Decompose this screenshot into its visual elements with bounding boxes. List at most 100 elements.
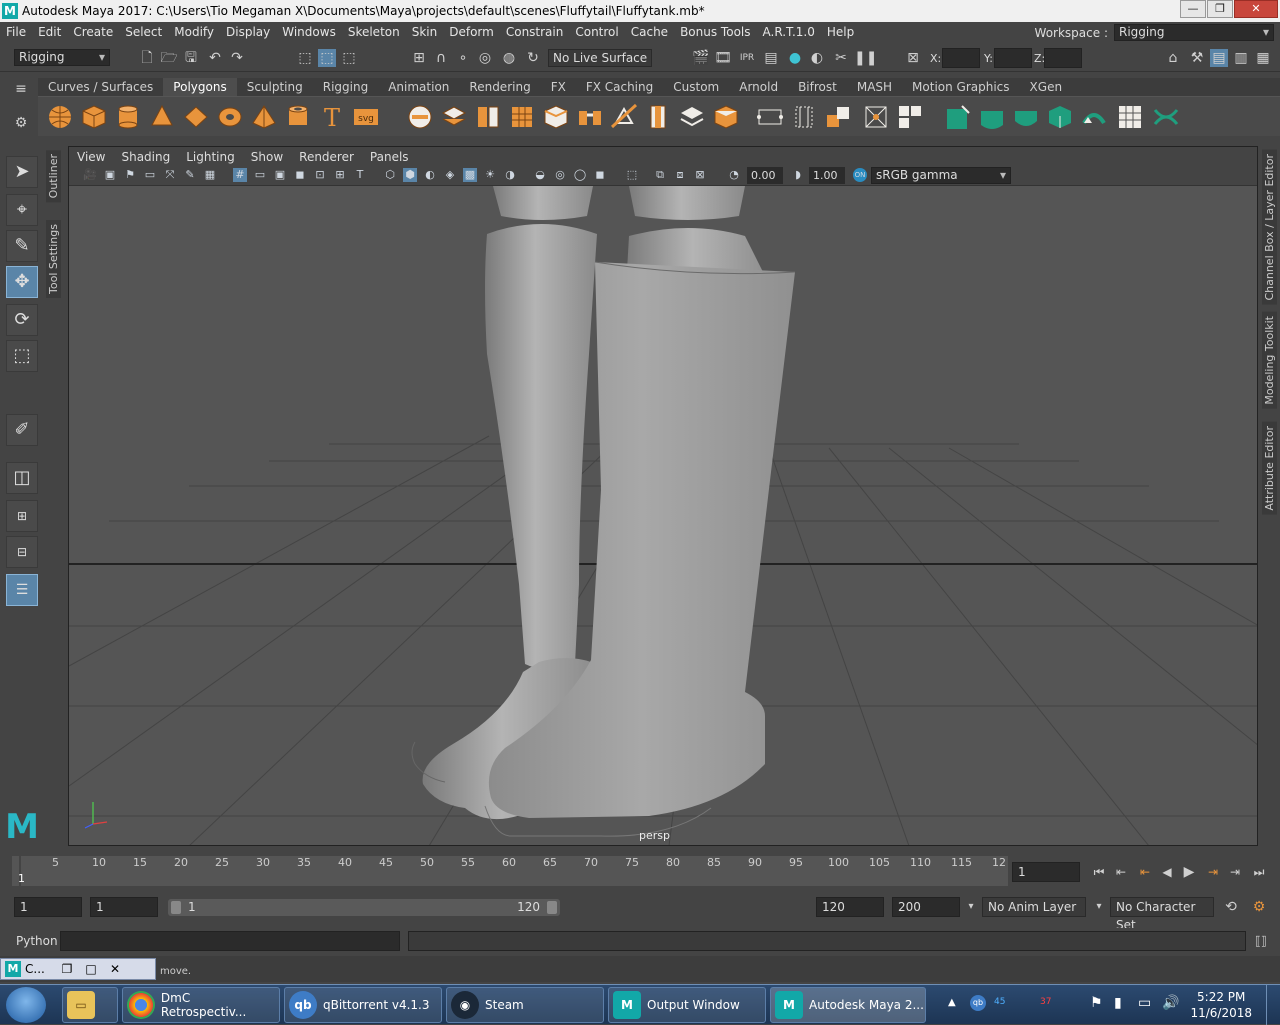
- render-settings-icon[interactable]: ▤: [762, 49, 780, 67]
- render-view-icon[interactable]: 🎬: [692, 49, 710, 67]
- tab-polygons[interactable]: Polygons: [163, 78, 237, 96]
- current-frame-field[interactable]: 1: [1012, 862, 1080, 882]
- character-legs-model[interactable]: [411, 186, 796, 837]
- playback-end-field[interactable]: 120: [816, 897, 884, 917]
- animation-end-field[interactable]: 200: [892, 897, 960, 917]
- safe-action-icon[interactable]: ⊞: [333, 168, 347, 182]
- gamma-icon[interactable]: ◗: [791, 168, 805, 182]
- shelf-settings-icon[interactable]: ⚙: [12, 114, 30, 132]
- close-button[interactable]: ✕: [1234, 0, 1278, 18]
- ipr-render-icon[interactable]: IPR: [738, 49, 756, 67]
- tray-qbittorrent-icon[interactable]: qb: [970, 995, 986, 1011]
- plane-icon[interactable]: [182, 103, 210, 131]
- undo-icon[interactable]: ↶: [206, 49, 224, 67]
- anti-aliasing-icon[interactable]: ◯: [573, 168, 587, 182]
- 2d-pan-zoom-icon[interactable]: ⤧: [163, 168, 177, 182]
- type-icon[interactable]: T: [318, 103, 346, 131]
- character-set-field[interactable]: No Character Set: [1110, 897, 1214, 932]
- new-scene-icon[interactable]: 🗋: [138, 49, 156, 67]
- smooth-shade-icon[interactable]: ⬢: [403, 168, 417, 182]
- construction-history-icon[interactable]: ↻: [524, 49, 542, 67]
- command-language-label[interactable]: Python: [16, 934, 58, 948]
- open-scene-icon[interactable]: 🗁: [160, 49, 178, 67]
- scene-3d-view[interactable]: [69, 186, 1258, 846]
- live-surface-field[interactable]: No Live Surface: [548, 49, 652, 67]
- view-transform-dropdown[interactable]: sRGB gamma: [871, 167, 1011, 184]
- symmetry-icon[interactable]: [978, 103, 1006, 131]
- stop-render-icon[interactable]: ✂: [832, 49, 850, 67]
- tab-motion-graphics[interactable]: Motion Graphics: [902, 78, 1020, 96]
- time-slider[interactable]: 1 5 10 15 20 25 30 35 40 45 50 55 60 65 …: [0, 852, 1280, 890]
- last-tool-icon[interactable]: ✐: [6, 414, 38, 446]
- sphere-icon[interactable]: [46, 103, 74, 131]
- battery-icon[interactable]: ▮: [1114, 995, 1122, 1011]
- motion-blur-icon[interactable]: ◎: [553, 168, 567, 182]
- menu-cache[interactable]: Cache: [625, 25, 674, 39]
- move-tool-icon[interactable]: ✥: [6, 266, 38, 298]
- channel-box-toggle-icon[interactable]: ▦: [1254, 49, 1272, 67]
- menu-art[interactable]: A.R.T.1.0: [757, 25, 821, 39]
- shelf-menu-icon[interactable]: ≡: [12, 80, 30, 98]
- step-back-key-icon[interactable]: ⇤: [1136, 863, 1154, 881]
- channel-box-tab[interactable]: Channel Box / Layer Editor: [1262, 150, 1277, 305]
- image-plane-icon[interactable]: ▭: [143, 168, 157, 182]
- restore-button[interactable]: ❐: [1207, 0, 1233, 18]
- tray-expand-icon[interactable]: ▲: [948, 997, 956, 1008]
- tab-rigging[interactable]: Rigging: [313, 78, 378, 96]
- combine-icon[interactable]: [406, 103, 434, 131]
- menu-deform[interactable]: Deform: [443, 25, 500, 39]
- anim-layer-field[interactable]: No Anim Layer: [982, 897, 1086, 917]
- tool-settings-tab[interactable]: Tool Settings: [46, 220, 61, 298]
- play-forward-icon[interactable]: ▶: [1180, 863, 1198, 881]
- select-component-icon[interactable]: ⬚: [340, 49, 358, 67]
- screen-space-ao-icon[interactable]: ◒: [533, 168, 547, 182]
- panel-menu-show[interactable]: Show: [243, 150, 291, 164]
- outliner-tab[interactable]: Outliner: [46, 150, 61, 203]
- snap-surface-icon[interactable]: ◍: [500, 49, 518, 67]
- menu-help[interactable]: Help: [821, 25, 860, 39]
- tab-fx[interactable]: FX: [541, 78, 576, 96]
- range-slider[interactable]: 1 120: [168, 899, 560, 916]
- range-start-handle[interactable]: [171, 901, 181, 914]
- play-backward-icon[interactable]: ◀: [1158, 863, 1176, 881]
- snap-curve-icon[interactable]: ∩: [432, 49, 450, 67]
- pipe-icon[interactable]: [284, 103, 312, 131]
- taskbar-steam[interactable]: ◉ Steam: [446, 987, 604, 1023]
- x-input[interactable]: [942, 48, 980, 68]
- attribute-editor-tab[interactable]: Attribute Editor: [1262, 422, 1277, 515]
- quad-draw-icon[interactable]: [1080, 103, 1108, 131]
- bookmark-icon[interactable]: ⚑: [123, 168, 137, 182]
- target-weld-icon[interactable]: [790, 103, 818, 131]
- menu-set-dropdown[interactable]: Rigging: [14, 49, 110, 66]
- persp-outliner-layout-icon[interactable]: ⊟: [6, 536, 38, 568]
- tab-animation[interactable]: Animation: [378, 78, 459, 96]
- exposure-field[interactable]: 0.00: [747, 167, 783, 184]
- wrap-icon[interactable]: [944, 103, 972, 131]
- bind-icon[interactable]: [1116, 103, 1144, 131]
- volume-icon[interactable]: 🔊: [1162, 995, 1179, 1011]
- show-desktop-button[interactable]: [1266, 985, 1280, 1025]
- select-camera-icon[interactable]: 🎥: [83, 168, 97, 182]
- range-end-handle[interactable]: [547, 901, 557, 914]
- default-material-icon[interactable]: ◐: [423, 168, 437, 182]
- tab-sculpting[interactable]: Sculpting: [237, 78, 313, 96]
- z-input[interactable]: [1044, 48, 1082, 68]
- textured-icon[interactable]: ▩: [463, 168, 477, 182]
- lasso-tool-icon[interactable]: ⌖: [6, 194, 38, 226]
- go-to-end-icon[interactable]: ⏭: [1250, 863, 1268, 881]
- tab-custom[interactable]: Custom: [663, 78, 729, 96]
- retopo-icon[interactable]: [1046, 103, 1074, 131]
- wireframe-on-shaded-icon[interactable]: ◈: [443, 168, 457, 182]
- cone-icon[interactable]: [148, 103, 176, 131]
- redo-icon[interactable]: ↷: [228, 49, 246, 67]
- taskbar-output-window[interactable]: M Output Window: [608, 987, 766, 1023]
- tab-curves-surfaces[interactable]: Curves / Surfaces: [38, 78, 163, 96]
- four-view-layout-icon[interactable]: ⊞: [6, 500, 38, 532]
- tab-xgen[interactable]: XGen: [1020, 78, 1073, 96]
- tool-settings-toggle-icon[interactable]: ▥: [1232, 49, 1250, 67]
- chevron-down-icon[interactable]: ▾: [1090, 898, 1108, 916]
- xray-components-icon[interactable]: ⊠: [693, 168, 707, 182]
- playback-start-field[interactable]: 1: [90, 897, 158, 917]
- planar-map-icon[interactable]: [862, 103, 890, 131]
- xray-joints-icon[interactable]: ⧈: [673, 168, 687, 182]
